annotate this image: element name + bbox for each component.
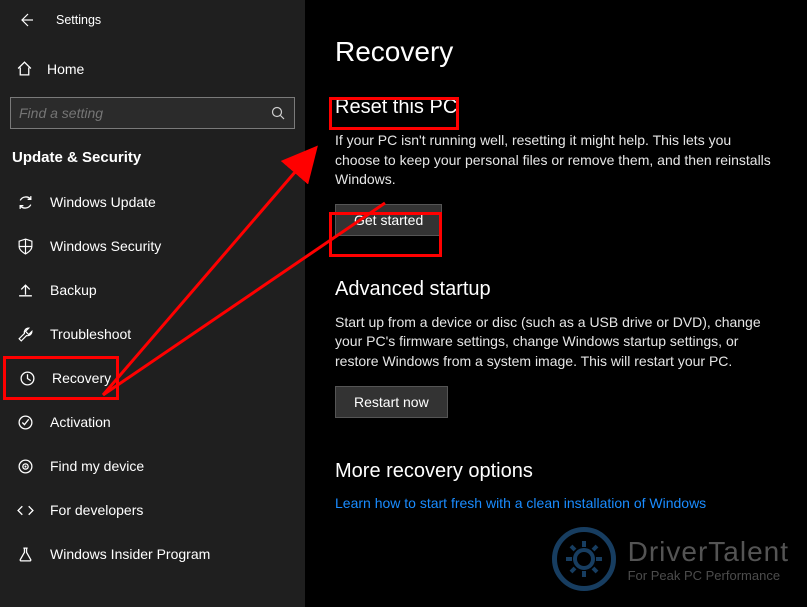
sidebar-home[interactable]: Home: [0, 50, 305, 87]
titlebar: Settings: [0, 6, 305, 32]
sidebar-item-label: Recovery: [52, 370, 111, 386]
sidebar-item-label: Windows Insider Program: [50, 546, 210, 562]
sidebar-item-windows-security[interactable]: Windows Security: [0, 224, 305, 268]
section-reset: Reset this PC If your PC isn't running w…: [335, 96, 777, 236]
sidebar-category: Update & Security: [0, 135, 305, 174]
sidebar-item-label: Windows Update: [50, 194, 156, 210]
upload-icon: [16, 282, 34, 299]
reset-body: If your PC isn't running well, resetting…: [335, 131, 775, 190]
sidebar-item-backup[interactable]: Backup: [0, 268, 305, 312]
section-more: More recovery options Learn how to start…: [335, 460, 777, 513]
sidebar-item-label: Troubleshoot: [50, 326, 131, 342]
main-content: Recovery Reset this PC If your PC isn't …: [305, 0, 807, 607]
sidebar-item-label: Windows Security: [50, 238, 161, 254]
sidebar-item-find-my-device[interactable]: Find my device: [0, 444, 305, 488]
section-advanced: Advanced startup Start up from a device …: [335, 278, 777, 418]
sidebar-home-label: Home: [47, 61, 84, 77]
shield-icon: [16, 238, 34, 255]
code-icon: [16, 502, 34, 519]
restart-now-button[interactable]: Restart now: [335, 386, 448, 418]
sidebar-item-troubleshoot[interactable]: Troubleshoot: [0, 312, 305, 356]
search-field[interactable]: [19, 105, 264, 121]
history-icon: [19, 370, 36, 387]
wrench-icon: [16, 326, 34, 343]
more-link[interactable]: Learn how to start fresh with a clean in…: [335, 495, 706, 511]
sidebar-item-label: Find my device: [50, 458, 144, 474]
sidebar-item-recovery[interactable]: Recovery: [3, 356, 119, 400]
more-heading: More recovery options: [335, 460, 777, 483]
reset-heading: Reset this PC: [335, 96, 777, 119]
sidebar-item-windows-update[interactable]: Windows Update: [0, 180, 305, 224]
sidebar-item-insider-program[interactable]: Windows Insider Program: [0, 532, 305, 576]
sidebar: Settings Home Update & Security Windows …: [0, 0, 305, 607]
sidebar-item-label: For developers: [50, 502, 143, 518]
sidebar-item-for-developers[interactable]: For developers: [0, 488, 305, 532]
search-icon: [270, 105, 286, 121]
advanced-heading: Advanced startup: [335, 278, 777, 301]
check-circle-icon: [16, 414, 34, 431]
page-title: Recovery: [335, 36, 777, 68]
get-started-button[interactable]: Get started: [335, 204, 442, 236]
window-title: Settings: [56, 13, 101, 27]
flask-icon: [16, 546, 34, 563]
back-icon[interactable]: [18, 12, 34, 28]
sidebar-item-label: Backup: [50, 282, 97, 298]
sidebar-item-activation[interactable]: Activation: [0, 400, 305, 444]
sidebar-nav: Windows Update Windows Security Backup T…: [0, 180, 305, 576]
advanced-body: Start up from a device or disc (such as …: [335, 313, 775, 372]
sidebar-item-label: Activation: [50, 414, 111, 430]
home-icon: [16, 60, 33, 77]
search-input[interactable]: [10, 97, 295, 129]
sync-icon: [16, 194, 34, 211]
locate-icon: [16, 458, 34, 475]
